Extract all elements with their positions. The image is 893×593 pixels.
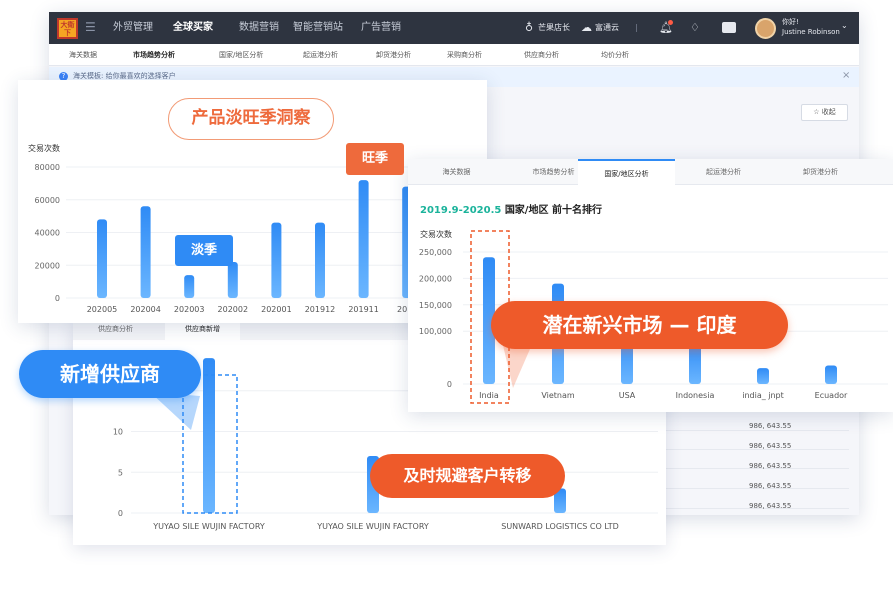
sub-tab-bar: 海关数据 市场趋势分析 国家/地区分析 起运港分析 卸货港分析 采购商分析 供应…	[49, 44, 859, 66]
y-axis-label: 交易次数	[420, 229, 452, 239]
bar	[757, 368, 769, 384]
country-chart: 交易次数 0 100,000 150,000 200,000 250,000 India Vi…	[419, 229, 888, 400]
menu-icon[interactable]: ☰	[85, 20, 96, 34]
close-icon[interactable]: ×	[842, 70, 850, 81]
tab-supplier-analysis[interactable]: 供应商分析	[524, 44, 559, 66]
emerging-market-callout: 潜在新兴市场 — 印度	[491, 301, 788, 349]
tab-customs-data[interactable]: 海关数据	[69, 44, 97, 66]
tab-origin-port[interactable]: 起运港分析	[303, 44, 338, 66]
notification-badge	[668, 20, 673, 25]
card-icon[interactable]	[722, 22, 736, 33]
x-tick-label: USA	[619, 391, 636, 400]
tab-avg-price[interactable]: 均价分析	[601, 44, 629, 66]
y-tick-label: 20000	[35, 261, 60, 270]
x-tick-label: Indonesia	[676, 391, 715, 400]
y-tick-label: 150,000	[419, 301, 452, 310]
shirt-icon[interactable]: ♢	[690, 21, 700, 34]
table-cell-value: 986, 643.55	[749, 442, 792, 450]
x-tick-label: SUNWARD LOGISTICS CO LTD	[501, 522, 619, 531]
y-tick-label: 5	[118, 468, 123, 477]
x-tick-label: 202002	[218, 305, 249, 314]
store-link[interactable]: 芒果店长	[538, 12, 570, 44]
user-greeting: 你好!	[782, 18, 799, 26]
y-tick-label: 200,000	[419, 274, 452, 283]
table-cell-value: 986, 643.55	[749, 462, 792, 470]
x-tick-label: 202001	[261, 305, 292, 314]
y-tick-label: 0	[55, 294, 60, 303]
x-tick-label: 202004	[130, 305, 161, 314]
tab-unload-port[interactable]: 卸货港分析	[376, 44, 411, 66]
table-cell-value: 986, 643.55	[749, 482, 792, 490]
tab-country-analysis[interactable]: 国家/地区分析	[219, 44, 263, 66]
avoid-transfer-callout: 及时规避客户转移	[370, 454, 565, 498]
bar	[315, 222, 325, 298]
y-axis-label: 交易次数	[28, 143, 60, 153]
x-tick-label: 202003	[174, 305, 205, 314]
bar	[203, 358, 215, 513]
bar	[227, 261, 238, 298]
x-tick-label: 202005	[87, 305, 118, 314]
x-tick-label: Ecuador	[815, 391, 848, 400]
cloud-icon[interactable]: ☁	[581, 21, 592, 34]
user-name[interactable]: Justine Robinson	[782, 28, 840, 36]
bar	[140, 206, 151, 298]
bar	[271, 222, 282, 298]
chevron-down-icon[interactable]: ⌄	[841, 21, 848, 30]
bar	[184, 275, 195, 298]
season-title: 产品淡旺季洞察	[168, 98, 334, 140]
mango-icon[interactable]: ♁	[525, 21, 533, 34]
x-tick-label: India	[479, 391, 499, 400]
x-tick-label: 201912	[305, 305, 336, 314]
y-tick-label: 10	[113, 428, 123, 437]
table-cell-value: 986, 643.55	[749, 422, 792, 430]
y-tick-label: 250,000	[419, 248, 452, 257]
cloud-link[interactable]: 富通云	[595, 12, 619, 44]
avatar[interactable]	[755, 18, 776, 39]
divider: |	[635, 23, 638, 32]
x-tick-label: Vietnam	[541, 391, 575, 400]
x-tick-label: 201911	[348, 305, 379, 314]
bar	[358, 180, 369, 298]
new-supplier-callout: 新增供应商	[19, 350, 201, 398]
x-tick-label: YUYAO SILE WUJIN FACTORY	[152, 522, 265, 531]
bar	[97, 219, 107, 298]
y-tick-label: 100,000	[419, 327, 452, 336]
tab-market-trend[interactable]: 市场趋势分析	[133, 44, 175, 66]
table-cell-value: 986, 643.55	[749, 502, 792, 510]
x-tick-label: YUYAO SILE WUJIN FACTORY	[316, 522, 429, 531]
y-tick-label: 0	[118, 509, 123, 518]
y-tick-label: 40000	[35, 229, 60, 238]
y-tick-label: 80000	[35, 163, 60, 172]
nav-global-buyers[interactable]: 全球买家	[173, 12, 213, 44]
nav-ad-marketing[interactable]: 广告营销	[361, 12, 401, 44]
off-season-label: 淡季	[175, 235, 233, 266]
y-tick-label: 60000	[35, 196, 60, 205]
y-tick-label: 0	[447, 380, 452, 389]
tab-buyer-analysis[interactable]: 采购商分析	[447, 44, 482, 66]
top-navigation-bar: 大衛下 ☰ 外贸管理 全球买家 数据营销 智能营销站 广告营销 ♁ 芒果店长 ☁…	[49, 12, 859, 44]
bar	[825, 365, 837, 384]
peak-season-label: 旺季	[346, 143, 404, 175]
nav-smart-marketing[interactable]: 智能营销站	[293, 12, 343, 44]
collect-button[interactable]: ☆ 收起	[801, 104, 848, 121]
country-card: 海关数据 市场趋势分析 国家/地区分析 起运港分析 卸货港分析 采 2019.9…	[408, 159, 893, 412]
brand-logo[interactable]: 大衛下	[57, 18, 78, 39]
x-tick-label: india_ jnpt	[742, 391, 784, 400]
nav-data-marketing[interactable]: 数据营销	[239, 12, 279, 44]
nav-foreign-trade[interactable]: 外贸管理	[113, 12, 153, 44]
